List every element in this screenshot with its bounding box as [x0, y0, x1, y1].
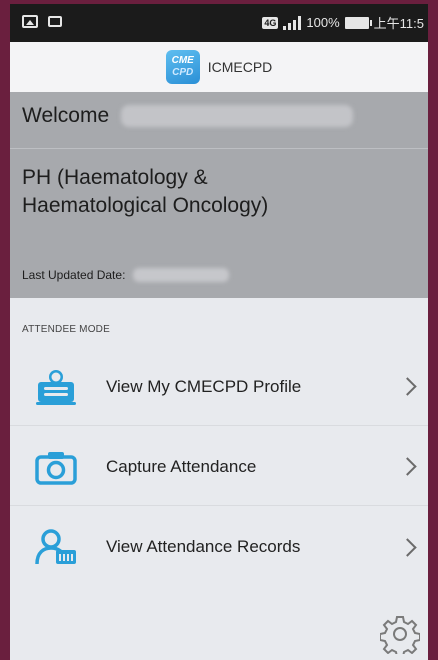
menu-item-label: View My CMECPD Profile	[106, 376, 302, 396]
app-header: CME CPD ICMECPD	[10, 42, 428, 92]
logo-text-bottom: CPD	[172, 67, 194, 78]
status-bar-system: 4G 100% 上午11:5	[262, 13, 424, 32]
last-updated-label: Last Updated Date:	[22, 268, 126, 282]
network-type-icon: 4G	[262, 16, 279, 29]
attendance-records-icon	[32, 527, 80, 567]
chevron-right-icon	[398, 377, 417, 396]
battery-percent: 100%	[306, 15, 340, 30]
menu-item-label: Capture Attendance	[106, 456, 257, 476]
app-title: ICMECPD	[207, 59, 273, 75]
attendee-mode-label: ATTENDEE MODE	[22, 324, 110, 335]
redacted-user-name	[121, 105, 354, 127]
logo-text-top: CME	[171, 55, 194, 66]
message-notification-icon	[48, 16, 62, 27]
redacted-updated-date	[133, 268, 230, 282]
status-bar-notifications	[22, 15, 62, 28]
menu-item-view-profile[interactable]: View My CMECPD Profile	[10, 348, 428, 426]
settings-gear-icon[interactable]	[379, 614, 421, 658]
device-frame: 4G 100% 上午11:5 CME CPD ICMECPD Welcome P…	[0, 0, 438, 660]
specialty-title: PH (Haematology & Haematological Oncolog…	[22, 166, 269, 217]
gallery-notification-icon	[22, 15, 38, 28]
app-logo: CME CPD	[165, 50, 200, 84]
last-updated-row: Last Updated Date:	[22, 268, 230, 282]
menu-item-capture-attendance[interactable]: Capture Attendance	[10, 428, 428, 506]
welcome-greeting: Welcome	[22, 104, 110, 127]
menu-item-attendance-records[interactable]: View Attendance Records	[10, 508, 428, 586]
welcome-row: Welcome	[22, 104, 354, 128]
welcome-panel: Welcome PH (Haematology & Haematological…	[10, 92, 428, 298]
battery-icon	[344, 16, 372, 29]
profile-card-icon	[32, 367, 80, 407]
camera-icon	[32, 447, 80, 487]
clock-time: 上午11:5	[373, 16, 424, 31]
menu-item-label: View Attendance Records	[106, 537, 301, 556]
chevron-right-icon	[398, 457, 417, 476]
signal-strength-icon	[283, 15, 302, 30]
chevron-right-icon	[398, 537, 417, 557]
status-bar: 4G 100% 上午11:5	[10, 4, 428, 42]
welcome-divider	[10, 148, 428, 149]
